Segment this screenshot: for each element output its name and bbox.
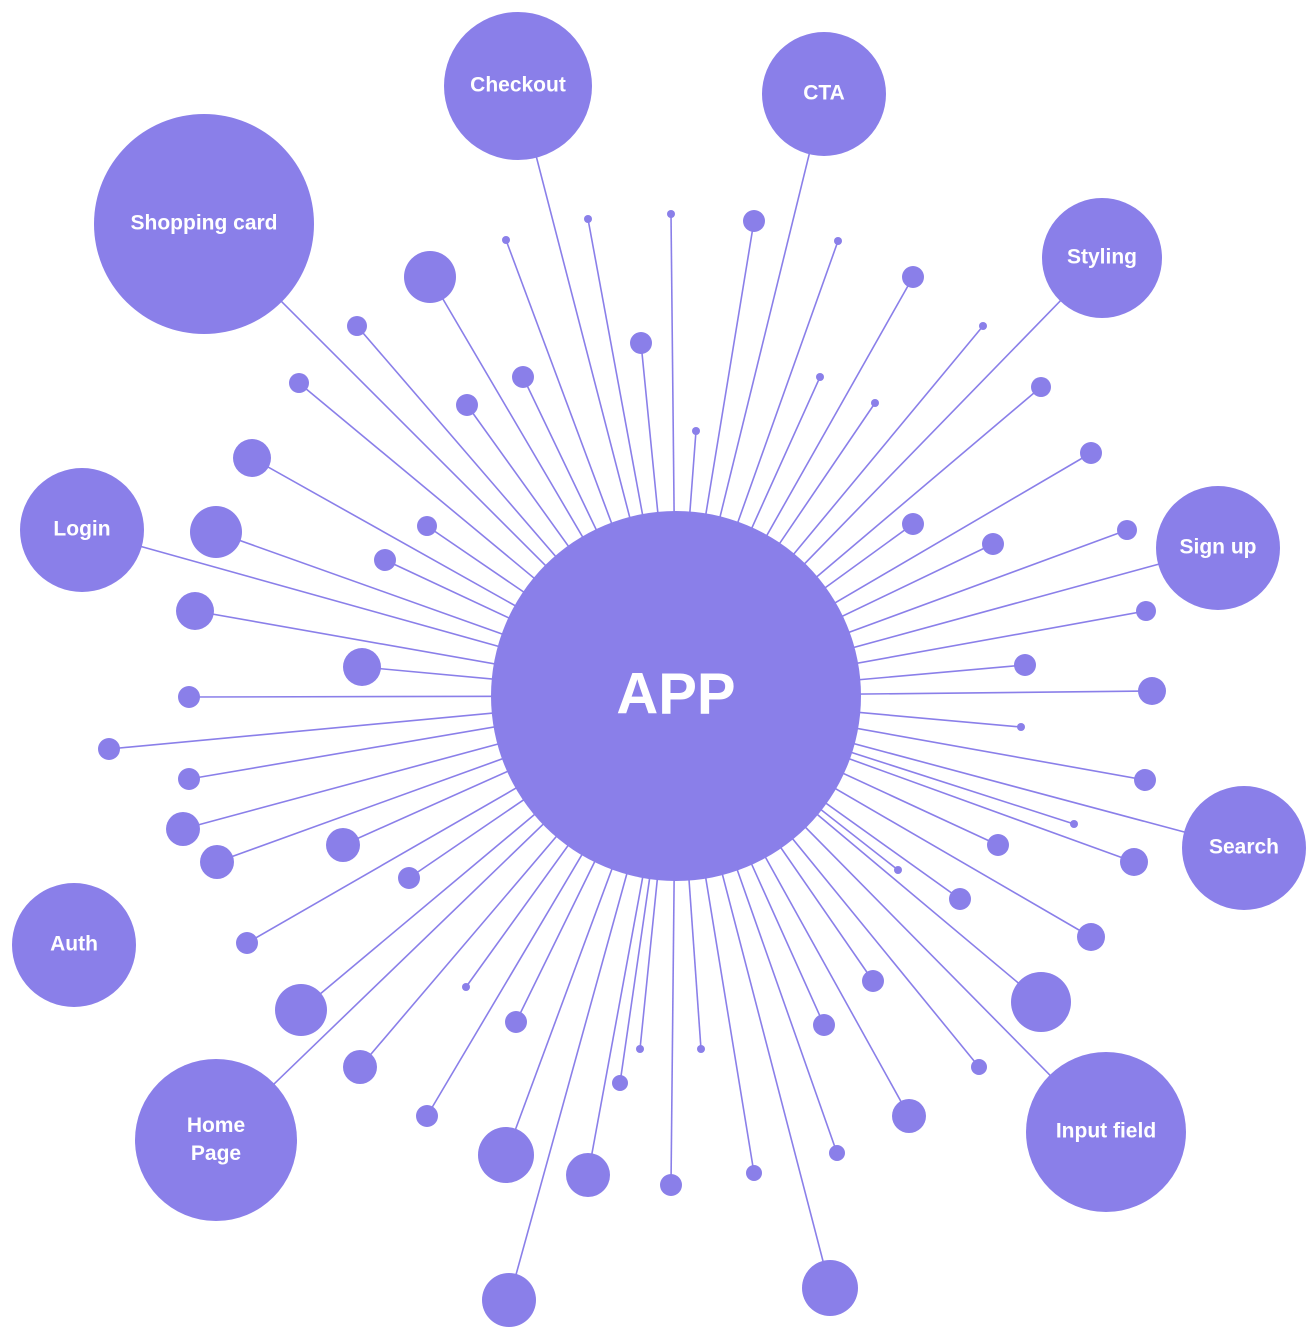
small-node-dot [236,932,258,954]
node-search: Search [1182,786,1306,910]
small-node-dot [478,1127,534,1183]
small-node-dot [502,236,510,244]
small-node-dot [802,1260,858,1316]
small-node-dot [289,373,309,393]
node-auth: Auth [12,883,136,1007]
small-node-dot [667,210,675,218]
small-node-dot [892,1099,926,1133]
small-node-dot [275,984,327,1036]
small-node-dot [98,738,120,760]
small-node-dot [697,1045,705,1053]
small-node-dot [416,1105,438,1127]
small-node-dot [347,316,367,336]
small-node-dot [862,970,884,992]
small-node-dot [505,1011,527,1033]
node-label-shopping-card: Shopping card [131,212,278,235]
small-node-dot [1080,442,1102,464]
small-node-dot [612,1075,628,1091]
node-label-login: Login [53,518,110,541]
node-label-input-field: Input field [1056,1120,1156,1143]
small-node-dot [979,322,987,330]
node-input-field: Input field [1026,1052,1186,1212]
small-node-dot [482,1273,536,1327]
small-node-dot [584,215,592,223]
node-label-checkout: Checkout [470,74,566,97]
small-node-dot [200,845,234,879]
small-node-dot [1134,769,1156,791]
small-node-dot [1031,377,1051,397]
small-node-dot [178,686,200,708]
small-node-dot [512,366,534,388]
small-node-dot [566,1153,610,1197]
hub-diagram: Checkout CTA Shopping card Styling Login Sign… [0,0,1307,1340]
small-node-dot [398,867,420,889]
small-node-dot [743,210,765,232]
small-node-dot [813,1014,835,1036]
small-node-dot [834,237,842,245]
small-node-dot [829,1145,845,1161]
small-node-dot [374,549,396,571]
small-node-dot [636,1045,644,1053]
small-node-dot [233,439,271,477]
small-node-dot [343,1050,377,1084]
node-circle-home-page [135,1059,297,1221]
small-node-dot [1070,820,1078,828]
small-node-dot [902,266,924,288]
small-node-dot [871,399,879,407]
small-node-dot [404,251,456,303]
small-node-dot [166,812,200,846]
node-checkout: Checkout [444,12,592,160]
center-node: APP [491,511,861,881]
small-node-dot [692,427,700,435]
small-node-dot [630,332,652,354]
small-node-dot [1011,972,1071,1032]
small-node-dot [326,828,360,862]
small-node-dot [1136,601,1156,621]
small-node-dot [982,533,1004,555]
node-sign-up: Sign up [1156,486,1280,610]
small-node-dot [176,592,214,630]
small-node-dot [462,983,470,991]
small-node-dot [1138,677,1166,705]
small-node-dot [1077,923,1105,951]
small-node-dot [894,866,902,874]
center-label: APP [616,661,735,726]
node-label-auth: Auth [50,933,98,956]
node-login: Login [20,468,144,592]
node-label-styling: Styling [1067,246,1137,269]
node-label-sign-up: Sign up [1180,536,1257,559]
small-node-dot [417,516,437,536]
small-node-dot [816,373,824,381]
small-node-dot [1014,654,1036,676]
small-node-dot [456,394,478,416]
small-node-dot [902,513,924,535]
node-cta: CTA [762,32,886,156]
diagram-canvas: Checkout CTA Shopping card Styling Login Sign… [12,12,1306,1327]
small-node-dot [971,1059,987,1075]
small-node-dot [746,1165,762,1181]
small-node-dot [1017,723,1025,731]
small-node-dot [1117,520,1137,540]
small-node-dot [190,506,242,558]
small-node-dot [660,1174,682,1196]
small-node-dot [987,834,1009,856]
small-node-dot [949,888,971,910]
node-label-search: Search [1209,836,1279,859]
node-styling: Styling [1042,198,1162,318]
small-node-dot [343,648,381,686]
small-node-dot [1120,848,1148,876]
node-label-cta: CTA [803,82,845,105]
node-home-page: Home Page [135,1059,297,1221]
small-node-dot [178,768,200,790]
node-shopping-card: Shopping card [94,114,314,334]
